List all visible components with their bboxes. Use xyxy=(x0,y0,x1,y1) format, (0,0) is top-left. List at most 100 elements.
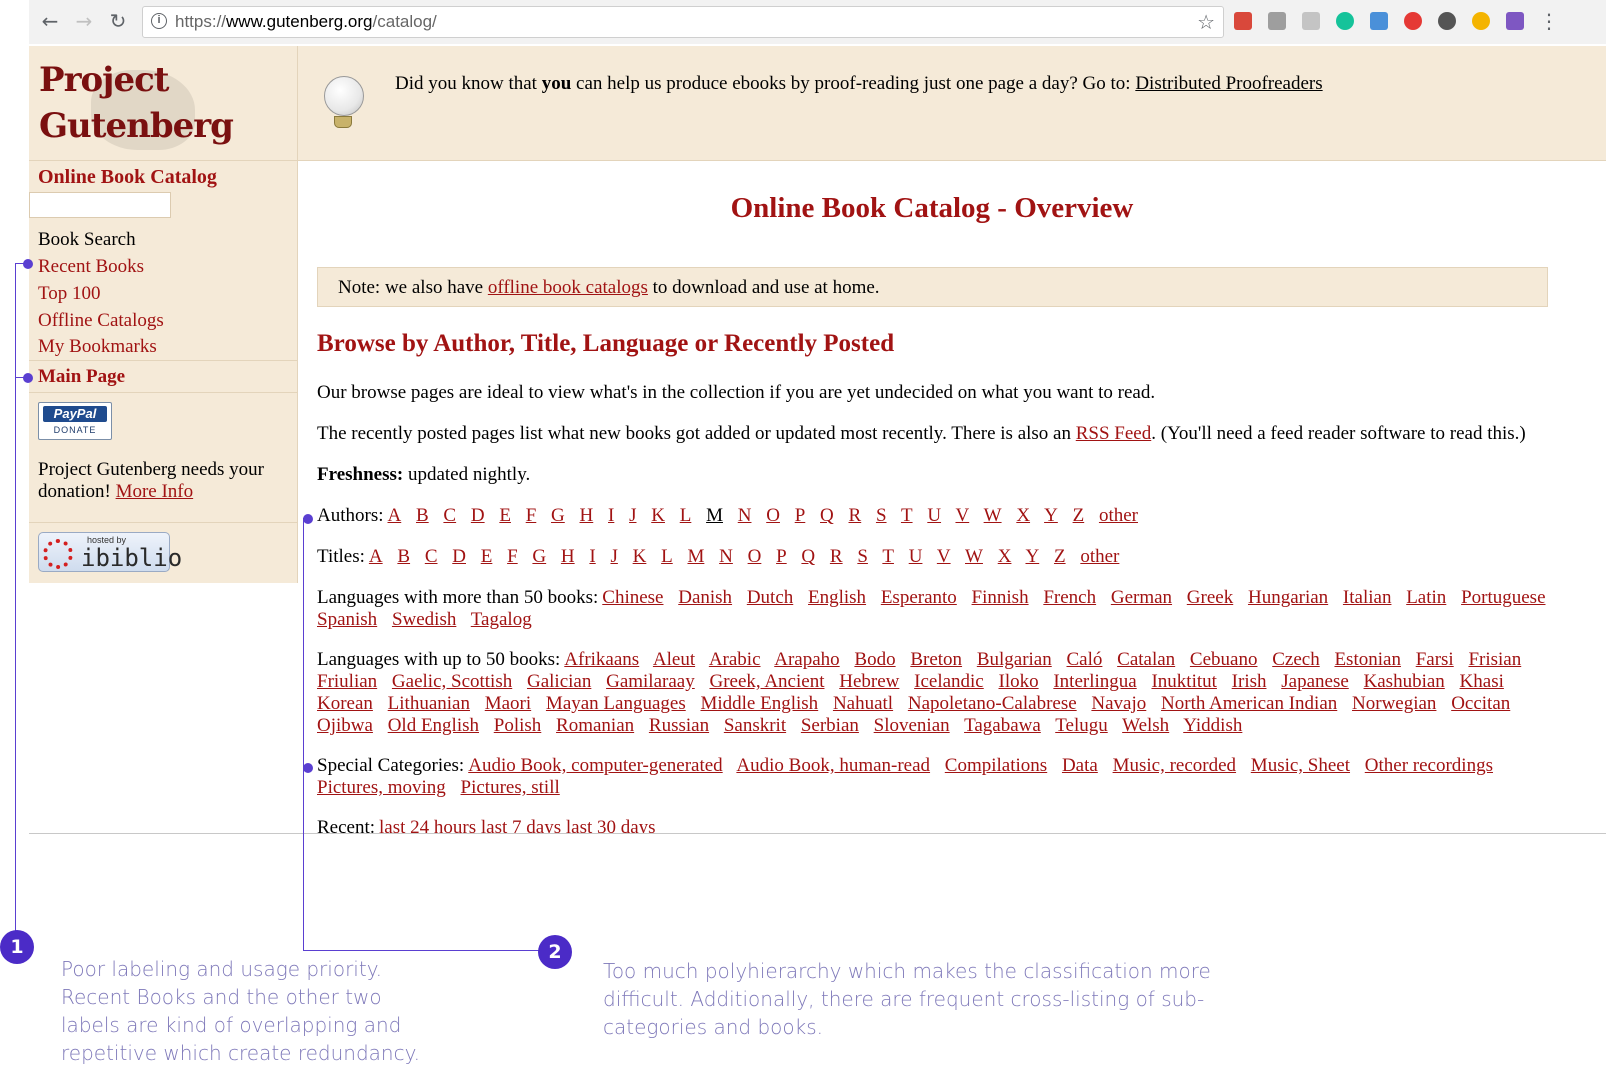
language-link-czech[interactable]: Czech xyxy=(1272,649,1319,670)
language-link-japanese[interactable]: Japanese xyxy=(1281,671,1349,692)
titles-letter-c[interactable]: C xyxy=(425,546,438,567)
authors-letter-o[interactable]: O xyxy=(766,505,780,526)
language-link-middle-english[interactable]: Middle English xyxy=(700,693,818,714)
language-link-german[interactable]: German xyxy=(1111,587,1172,608)
language-link-friulian[interactable]: Friulian xyxy=(317,671,377,692)
special-category-link-pictures-still[interactable]: Pictures, still xyxy=(461,777,560,798)
authors-letter-z[interactable]: Z xyxy=(1073,505,1085,526)
titles-letter-h[interactable]: H xyxy=(561,546,575,567)
authors-letter-y[interactable]: Y xyxy=(1044,505,1058,526)
titles-letter-other[interactable]: other xyxy=(1080,546,1119,567)
bookmark-star-icon[interactable]: ☆ xyxy=(1197,10,1215,34)
titles-letter-t[interactable]: T xyxy=(882,546,894,567)
titles-letter-f[interactable]: F xyxy=(507,546,518,567)
browser-menu-icon[interactable]: ⋮ xyxy=(1539,8,1559,34)
special-category-link-music-recorded[interactable]: Music, recorded xyxy=(1113,755,1236,776)
special-category-link-other-recordings[interactable]: Other recordings xyxy=(1365,755,1493,776)
authors-letter-w[interactable]: W xyxy=(984,505,1002,526)
language-link-kashubian[interactable]: Kashubian xyxy=(1364,671,1445,692)
language-link-catalan[interactable]: Catalan xyxy=(1117,649,1175,670)
authors-letter-t[interactable]: T xyxy=(901,505,913,526)
authors-letter-e[interactable]: E xyxy=(499,505,511,526)
reload-icon[interactable]: ↻ xyxy=(105,8,131,34)
sidebar-search-input[interactable] xyxy=(29,192,171,218)
authors-letter-p[interactable]: P xyxy=(795,505,806,526)
titles-letter-o[interactable]: O xyxy=(748,546,762,567)
language-link-icelandic[interactable]: Icelandic xyxy=(914,671,984,692)
language-link-gamilaraay[interactable]: Gamilaraay xyxy=(606,671,695,692)
titles-letter-m[interactable]: M xyxy=(687,546,704,567)
browser-extension-icon[interactable] xyxy=(1234,12,1252,30)
authors-letter-b[interactable]: B xyxy=(416,505,429,526)
authors-letter-r[interactable]: R xyxy=(849,505,862,526)
language-link-navajo[interactable]: Navajo xyxy=(1091,693,1146,714)
address-bar[interactable]: i https://www.gutenberg.org/catalog/ ☆ xyxy=(142,6,1224,38)
authors-letter-j[interactable]: J xyxy=(629,505,636,526)
authors-letter-f[interactable]: F xyxy=(526,505,537,526)
forward-icon[interactable]: → xyxy=(71,8,97,34)
offline-book-catalogs-link[interactable]: offline book catalogs xyxy=(488,277,648,298)
language-link-english[interactable]: English xyxy=(808,587,866,608)
sidebar-item-offline-catalogs[interactable]: Offline Catalogs xyxy=(38,310,164,332)
titles-letter-g[interactable]: G xyxy=(532,546,546,567)
special-category-link-music-sheet[interactable]: Music, Sheet xyxy=(1251,755,1350,776)
language-link-sanskrit[interactable]: Sanskrit xyxy=(724,715,786,736)
language-link-khasi[interactable]: Khasi xyxy=(1460,671,1504,692)
authors-letter-n[interactable]: N xyxy=(738,505,752,526)
titles-letter-e[interactable]: E xyxy=(481,546,493,567)
language-link-tagabawa[interactable]: Tagabawa xyxy=(964,715,1041,736)
online-book-catalog-link[interactable]: Online Book Catalog xyxy=(38,166,217,189)
browser-extension-icon[interactable] xyxy=(1268,12,1286,30)
language-link-old-english[interactable]: Old English xyxy=(388,715,479,736)
language-link-frisian[interactable]: Frisian xyxy=(1468,649,1521,670)
titles-letter-j[interactable]: J xyxy=(610,546,617,567)
language-link-farsi[interactable]: Farsi xyxy=(1416,649,1454,670)
language-link-afrikaans[interactable]: Afrikaans xyxy=(564,649,639,670)
special-category-link-audio-book-human-read[interactable]: Audio Book, human-read xyxy=(736,755,930,776)
browser-extension-icon[interactable] xyxy=(1506,12,1524,30)
language-link-greek[interactable]: Greek xyxy=(1187,587,1233,608)
language-link-portuguese[interactable]: Portuguese xyxy=(1461,587,1545,608)
authors-letter-k[interactable]: K xyxy=(651,505,665,526)
project-gutenberg-logo[interactable]: Project Gutenberg xyxy=(35,54,234,156)
language-link-hebrew[interactable]: Hebrew xyxy=(839,671,899,692)
authors-letter-a[interactable]: A xyxy=(388,505,402,526)
language-link-lithuanian[interactable]: Lithuanian xyxy=(388,693,470,714)
authors-letter-i[interactable]: I xyxy=(608,505,614,526)
special-category-link-compilations[interactable]: Compilations xyxy=(945,755,1047,776)
authors-letter-x[interactable]: X xyxy=(1016,505,1030,526)
more-info-link[interactable]: More Info xyxy=(116,481,194,502)
browser-extension-icon[interactable] xyxy=(1472,12,1490,30)
sidebar-item-my-bookmarks[interactable]: My Bookmarks xyxy=(38,336,157,358)
language-link-tagalog[interactable]: Tagalog xyxy=(471,609,532,630)
titles-letter-x[interactable]: X xyxy=(998,546,1012,567)
browser-extension-icon[interactable] xyxy=(1302,12,1320,30)
titles-letter-k[interactable]: K xyxy=(633,546,647,567)
titles-letter-s[interactable]: S xyxy=(857,546,868,567)
titles-letter-b[interactable]: B xyxy=(397,546,410,567)
titles-letter-y[interactable]: Y xyxy=(1025,546,1039,567)
titles-letter-r[interactable]: R xyxy=(830,546,843,567)
language-link-romanian[interactable]: Romanian xyxy=(556,715,634,736)
language-link-finnish[interactable]: Finnish xyxy=(972,587,1029,608)
language-link-latin[interactable]: Latin xyxy=(1406,587,1446,608)
language-link-napoletano-calabrese[interactable]: Napoletano-Calabrese xyxy=(908,693,1077,714)
browser-extension-icon[interactable] xyxy=(1438,12,1456,30)
language-link-french[interactable]: French xyxy=(1043,587,1096,608)
language-link-hungarian[interactable]: Hungarian xyxy=(1248,587,1328,608)
language-link-iloko[interactable]: Iloko xyxy=(999,671,1039,692)
recent-link-last-30-days[interactable]: last 30 days xyxy=(566,817,656,833)
authors-letter-g[interactable]: G xyxy=(551,505,565,526)
recent-link-last-24-hours[interactable]: last 24 hours xyxy=(379,817,476,833)
titles-letter-p[interactable]: P xyxy=(776,546,787,567)
language-link-slovenian[interactable]: Slovenian xyxy=(874,715,950,736)
language-link-telugu[interactable]: Telugu xyxy=(1055,715,1108,736)
back-icon[interactable]: ← xyxy=(37,8,63,34)
language-link-korean[interactable]: Korean xyxy=(317,693,373,714)
language-link-estonian[interactable]: Estonian xyxy=(1334,649,1401,670)
language-link-interlingua[interactable]: Interlingua xyxy=(1053,671,1136,692)
paypal-donate-button[interactable]: PayPal DONATE xyxy=(38,402,112,440)
info-icon[interactable]: i xyxy=(151,13,167,29)
language-link-arabic[interactable]: Arabic xyxy=(709,649,761,670)
language-link-russian[interactable]: Russian xyxy=(649,715,709,736)
